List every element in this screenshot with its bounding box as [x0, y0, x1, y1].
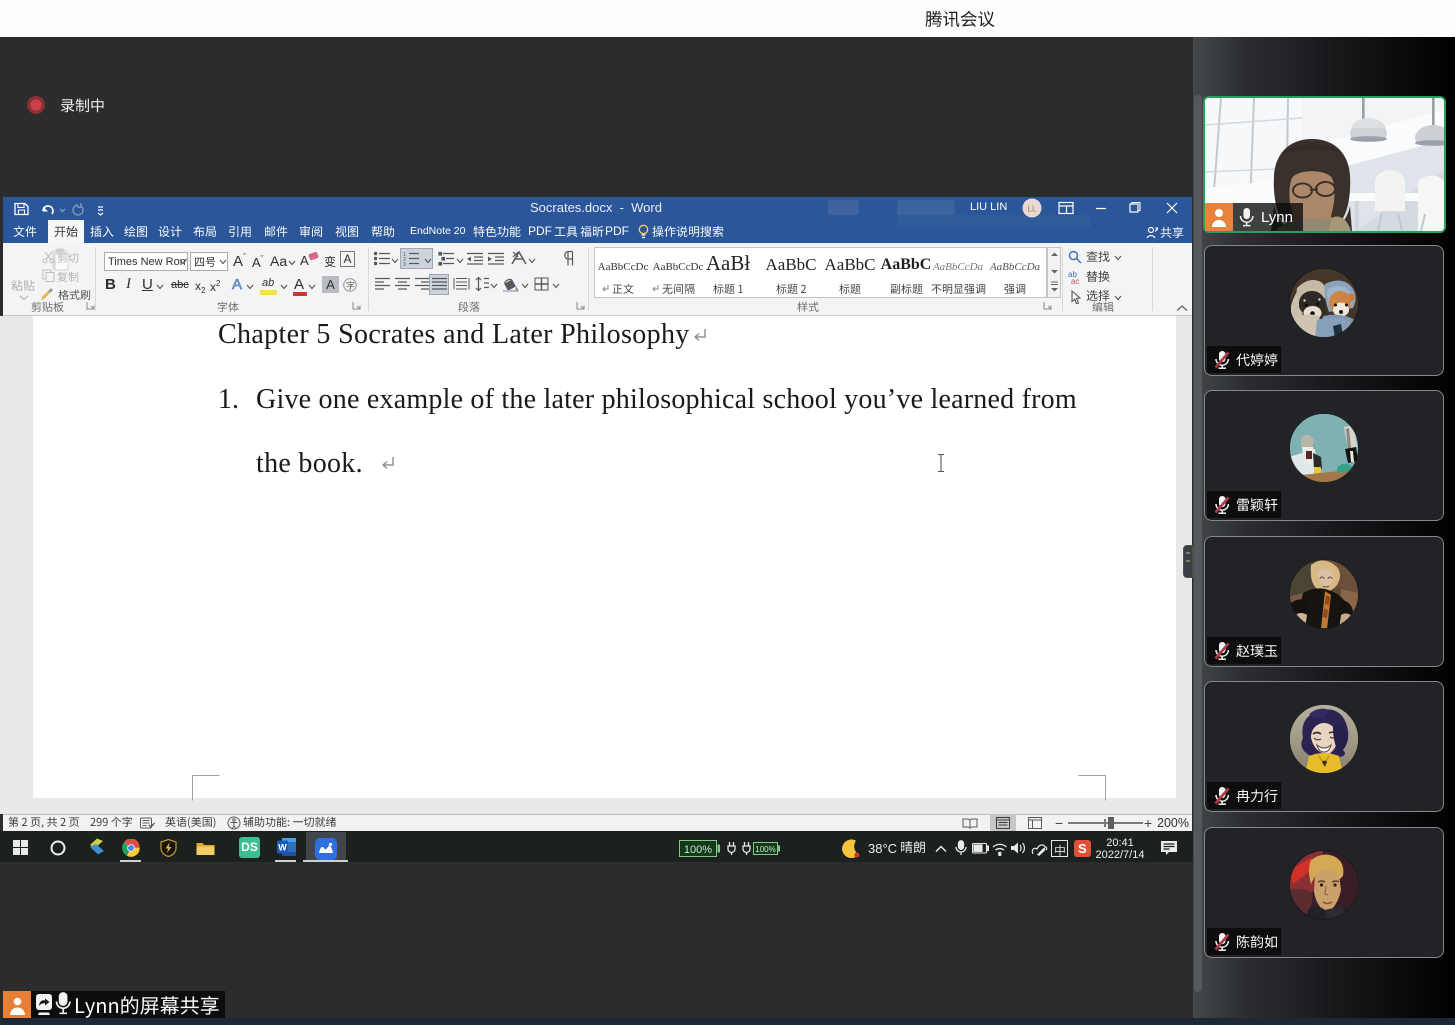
svg-text:3: 3	[403, 262, 406, 266]
svg-text:100%: 100%	[684, 844, 712, 856]
svg-text:100%: 100%	[755, 845, 775, 854]
svg-text:ac: ac	[1071, 277, 1079, 284]
svg-text:W: W	[278, 843, 287, 853]
svg-text:LL: LL	[1028, 205, 1037, 214]
